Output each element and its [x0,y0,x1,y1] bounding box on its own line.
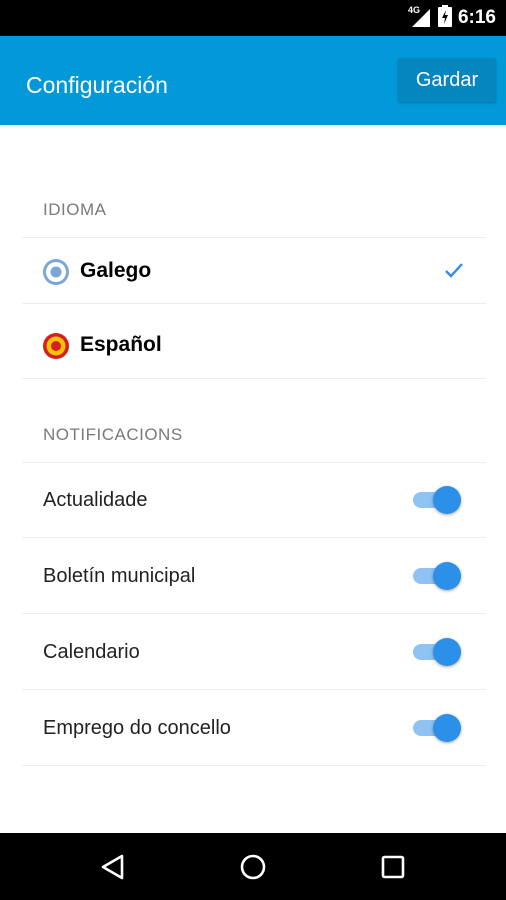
recents-icon[interactable] [376,850,410,884]
notification-row-actualidade[interactable]: Actualidade [22,462,486,538]
language-option-galego[interactable]: Galego [22,234,486,308]
notification-toggle[interactable] [413,636,465,668]
spain-flag-icon [43,333,69,359]
notification-toggle[interactable] [413,484,465,516]
language-option-espanol[interactable]: Español [22,308,486,382]
toggle-thumb [433,486,461,514]
home-icon[interactable] [236,850,270,884]
language-section-header: IDIOMA [43,200,107,219]
notification-label: Boletín municipal [43,565,196,587]
notifications-section-header: NOTIFICACIONS [43,425,183,444]
checkmark-icon [445,263,463,278]
status-icons: 4G 6:16 [407,4,496,32]
signal-icon: 4G [407,5,432,29]
battery-icon [437,4,452,32]
notification-row-boletin[interactable]: Boletín municipal [22,538,486,614]
notification-label: Calendario [43,641,140,663]
app-bar: Configuración Gardar [0,36,506,125]
notification-toggle[interactable] [413,712,465,744]
notification-toggle[interactable] [413,560,465,592]
toggle-thumb [433,562,461,590]
status-time: 6:16 [457,7,496,28]
notification-label: Actualidade [43,489,148,511]
toggle-thumb [433,714,461,742]
divider [22,378,486,379]
divider [22,765,486,766]
notification-row-calendario[interactable]: Calendario [22,614,486,690]
notification-row-emprego[interactable]: Emprego do concello [22,690,486,766]
notification-label: Emprego do concello [43,717,231,739]
galicia-flag-icon [43,259,69,285]
divider [22,303,486,304]
status-bar: 4G 6:16 [0,0,506,36]
network-type: 4G [407,5,420,15]
navigation-bar [0,833,506,900]
toggle-thumb [433,638,461,666]
save-button[interactable]: Gardar [398,58,496,102]
page-title: Configuración [26,72,168,98]
language-label: Español [80,333,162,356]
language-label: Galego [80,259,152,282]
back-icon[interactable] [96,850,130,884]
